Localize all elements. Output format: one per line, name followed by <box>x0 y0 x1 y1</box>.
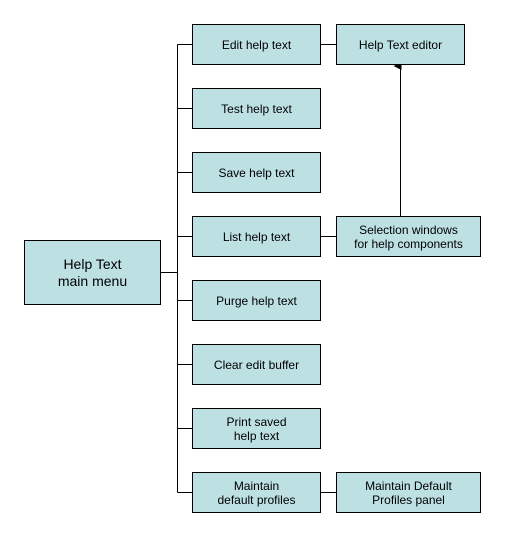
menu-node-print-saved-help-text: Print saved help text <box>192 408 321 449</box>
menu-node-list-help-text: List help text <box>192 216 321 257</box>
menu-node-clear-edit-buffer: Clear edit buffer <box>192 344 321 385</box>
menu-node-edit-help-text: Edit help text <box>192 24 321 65</box>
root-node-help-text-main-menu: Help Text main menu <box>24 240 161 305</box>
menu-node-maintain-default-profiles: Maintain default profiles <box>192 472 321 513</box>
menu-node-save-help-text: Save help text <box>192 152 321 193</box>
menu-node-purge-help-text: Purge help text <box>192 280 321 321</box>
node-help-text-editor: Help Text editor <box>336 24 465 65</box>
diagram-canvas: Help Text main menu Edit help text Test h… <box>0 0 508 542</box>
node-maintain-default-profiles-panel: Maintain Default Profiles panel <box>336 472 481 513</box>
menu-node-test-help-text: Test help text <box>192 88 321 129</box>
node-selection-windows: Selection windows for help components <box>336 216 481 257</box>
